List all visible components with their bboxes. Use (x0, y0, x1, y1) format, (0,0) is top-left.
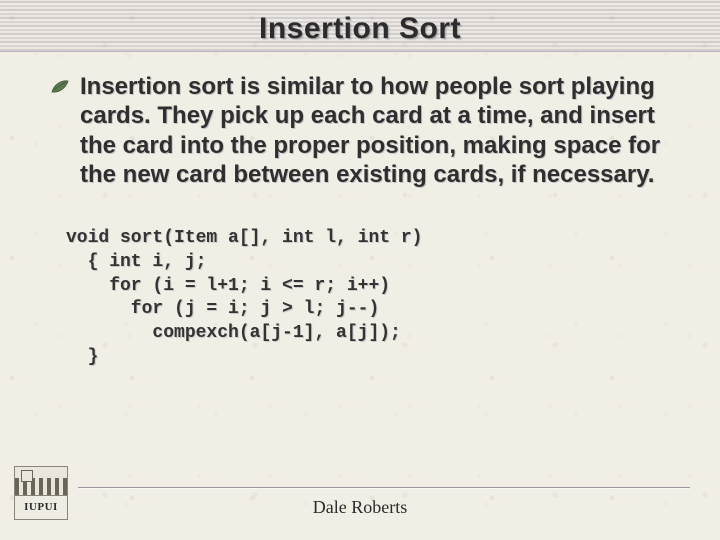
footer-author: Dale Roberts (0, 497, 720, 518)
logo-graphic (15, 467, 67, 496)
slide-body: Insertion sort is similar to how people … (50, 72, 680, 370)
code-block: void sort(Item a[], int l, int r) { int … (66, 227, 680, 370)
paragraph-text: Insertion sort is similar to how people … (80, 72, 680, 189)
slide-title: Insertion Sort (0, 12, 720, 46)
leaf-bullet-icon (50, 78, 70, 96)
bullet-item: Insertion sort is similar to how people … (50, 72, 680, 189)
footer-divider (78, 487, 690, 488)
